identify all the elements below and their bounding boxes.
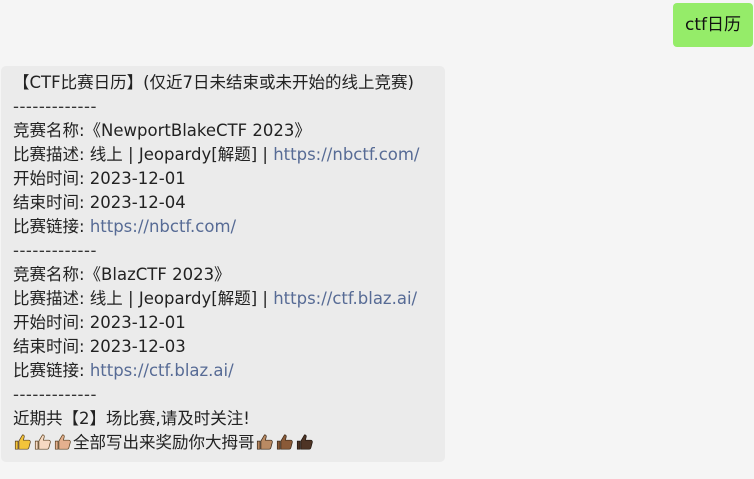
event-1-end: 结束时间: 2023-12-04 xyxy=(13,193,186,212)
event-2-name: 竞赛名称:《BlazCTF 2023》 xyxy=(13,265,231,284)
event-2-end: 结束时间: 2023-12-03 xyxy=(13,337,186,356)
event-2-link-row: 比赛链接: https://ctf.blaz.ai/ xyxy=(13,359,445,383)
event-1-start: 开始时间: 2023-12-01 xyxy=(13,169,186,188)
event-2-description-text: 比赛描述: 线上 | Jeopardy[解题] | xyxy=(13,289,274,308)
message-header: 【CTF比赛日历】(仅近7日未结束或未开始的线上竞赛) xyxy=(13,73,414,92)
thumbs-up-icon xyxy=(14,434,31,450)
event-2-description-link[interactable]: https://ctf.blaz.ai/ xyxy=(273,289,417,308)
event-2-start: 开始时间: 2023-12-01 xyxy=(13,313,186,332)
event-1-description-text: 比赛描述: 线上 | Jeopardy[解题] | xyxy=(13,145,274,164)
event-2-link[interactable]: https://ctf.blaz.ai/ xyxy=(90,361,234,380)
thumbs-up-icon xyxy=(34,434,51,450)
outgoing-message-bubble[interactable]: ctf日历 xyxy=(673,3,753,47)
thumbs-up-icon xyxy=(256,434,273,450)
thumbs-up-icon-shape xyxy=(54,434,71,450)
thumbs-up-icon-shape xyxy=(14,434,31,450)
closing-line: 全部写出来奖励你大拇哥 xyxy=(13,431,445,455)
thumbs-up-icon xyxy=(296,434,313,450)
thumbs-up-icon-shape xyxy=(276,434,293,450)
event-2-description: 比赛描述: 线上 | Jeopardy[解题] | https://ctf.bl… xyxy=(13,287,445,311)
event-1-link[interactable]: https://nbctf.com/ xyxy=(90,217,236,236)
thumbs-up-icon-shape xyxy=(296,434,313,450)
event-1-name: 竞赛名称:《NewportBlakeCTF 2023》 xyxy=(13,121,311,140)
thumbs-up-icon xyxy=(54,434,71,450)
incoming-message-bubble[interactable]: 【CTF比赛日历】(仅近7日未结束或未开始的线上竞赛) ------------… xyxy=(1,66,445,462)
thumbs-up-icon-shape xyxy=(34,434,51,450)
outgoing-message-text: ctf日历 xyxy=(685,15,741,35)
separator: ------------- xyxy=(13,97,97,116)
event-1-link-row: 比赛链接: https://nbctf.com/ xyxy=(13,215,445,239)
separator: ------------- xyxy=(13,385,97,404)
message-footer: 近期共【2】场比赛,请及时关注! xyxy=(13,409,250,428)
closing-text: 全部写出来奖励你大拇哥 xyxy=(73,433,255,452)
thumbs-up-icon-shape xyxy=(256,434,273,450)
event-1-link-label: 比赛链接: xyxy=(13,217,90,236)
event-2-link-label: 比赛链接: xyxy=(13,361,90,380)
separator: ------------- xyxy=(13,241,97,260)
event-1-description-link[interactable]: https://nbctf.com/ xyxy=(273,145,419,164)
event-1-description: 比赛描述: 线上 | Jeopardy[解题] | https://nbctf.… xyxy=(13,143,445,167)
thumbs-up-icon xyxy=(276,434,293,450)
